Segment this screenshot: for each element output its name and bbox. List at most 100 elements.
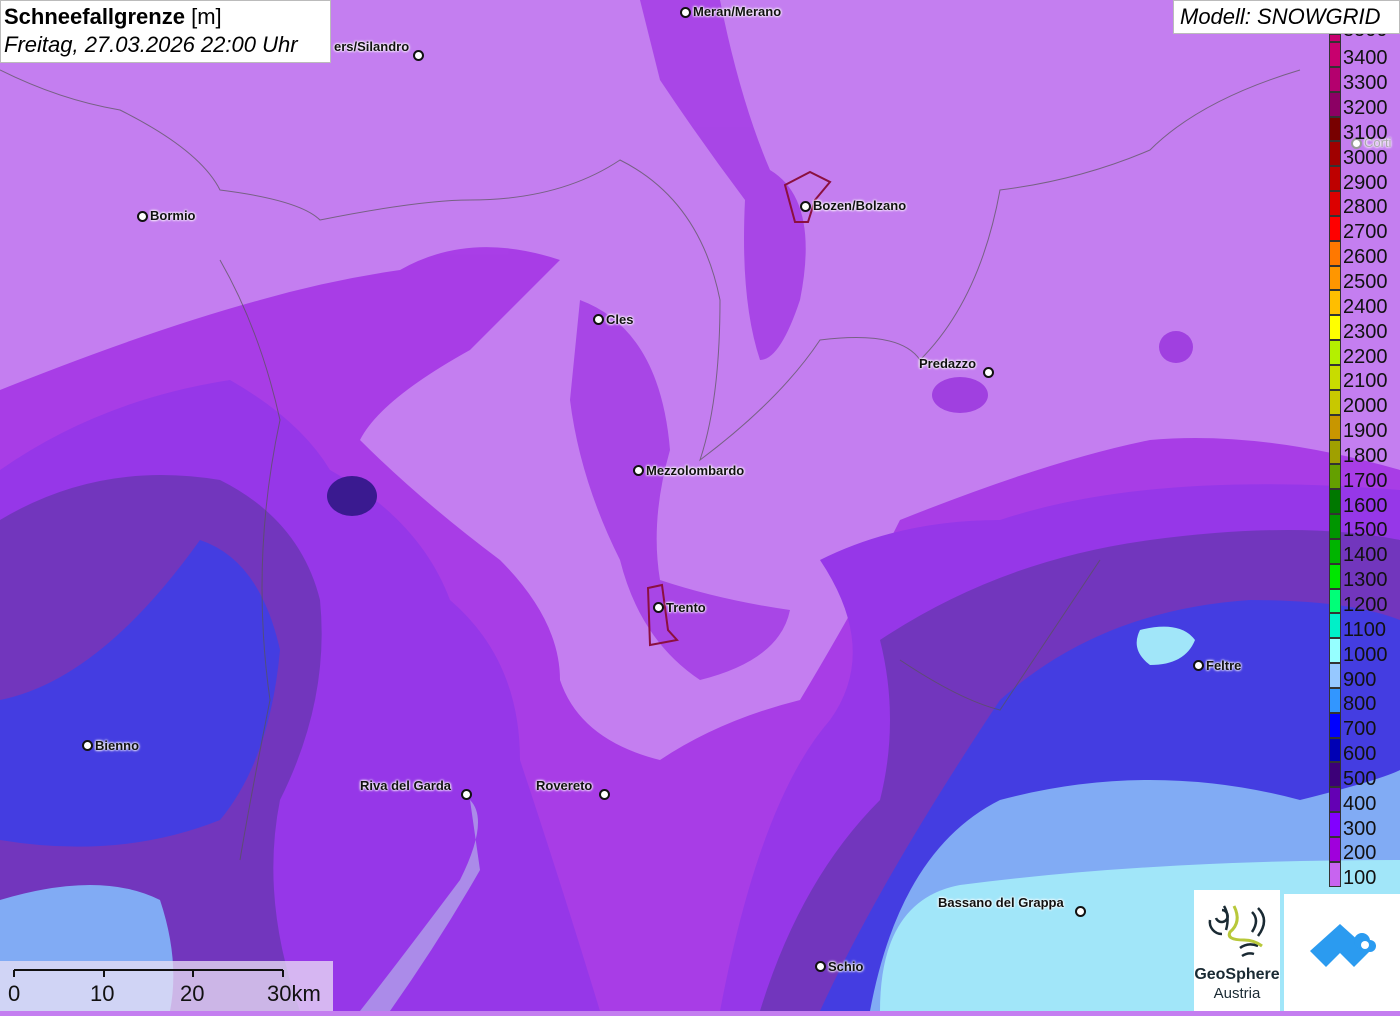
city-dot bbox=[413, 50, 424, 61]
city-label[interactable]: Mezzolombardo bbox=[646, 463, 744, 478]
legend-swatch bbox=[1329, 812, 1341, 837]
legend-swatch bbox=[1329, 364, 1341, 390]
city-dot bbox=[82, 740, 93, 751]
legend-label: 400 bbox=[1343, 792, 1377, 815]
legend-item: 800 bbox=[1329, 687, 1400, 716]
legend-swatch bbox=[1329, 265, 1341, 291]
legend-label: 500 bbox=[1343, 767, 1377, 790]
city-label[interactable]: Bormio bbox=[150, 208, 196, 223]
legend-item: 3400 bbox=[1329, 42, 1400, 70]
model-label: Modell: SNOWGRID bbox=[1173, 0, 1400, 34]
legend-label: 1300 bbox=[1343, 569, 1388, 592]
legend-item: 900 bbox=[1329, 663, 1400, 690]
city-dot bbox=[599, 789, 610, 800]
legend-swatch bbox=[1329, 91, 1341, 117]
app-logo[interactable] bbox=[1284, 894, 1400, 1011]
mountain-cloud-icon bbox=[1310, 924, 1376, 967]
legend-item: 2200 bbox=[1329, 340, 1400, 368]
legend-swatch bbox=[1329, 439, 1341, 465]
legend-item: 2500 bbox=[1329, 265, 1400, 292]
legend-label: 3100 bbox=[1343, 121, 1388, 144]
legend-item: 2400 bbox=[1329, 290, 1400, 317]
legend-label: 3300 bbox=[1343, 72, 1388, 95]
legend-item: 2900 bbox=[1329, 166, 1400, 194]
legend-swatch bbox=[1329, 861, 1341, 887]
legend-swatch bbox=[1329, 240, 1341, 266]
city-label[interactable]: Feltre bbox=[1206, 658, 1241, 673]
legend-swatch bbox=[1329, 712, 1341, 738]
legend-label: 3400 bbox=[1343, 47, 1388, 70]
legend-label: 3500 bbox=[1343, 34, 1388, 40]
legend-item: 400 bbox=[1329, 787, 1400, 815]
legend-swatch bbox=[1329, 42, 1341, 67]
legend-swatch bbox=[1329, 837, 1341, 862]
legend-swatch bbox=[1329, 340, 1341, 365]
city-label[interactable]: Trento bbox=[666, 600, 706, 615]
color-legend: 3500 340033003200310030002900280027002600… bbox=[1329, 34, 1400, 888]
legend-item: 2700 bbox=[1329, 215, 1400, 244]
city-dot bbox=[461, 789, 472, 800]
legend-swatch bbox=[1329, 663, 1341, 688]
legend-label: 700 bbox=[1343, 718, 1377, 741]
city-dot bbox=[137, 211, 148, 222]
city-label[interactable]: Meran/Merano bbox=[693, 4, 781, 19]
city-dot bbox=[815, 961, 826, 972]
legend-item: 3200 bbox=[1329, 91, 1400, 118]
legend-swatch bbox=[1329, 638, 1341, 664]
legend-label: 1400 bbox=[1343, 544, 1388, 567]
legend-swatch bbox=[1329, 116, 1341, 142]
legend-item: 1300 bbox=[1329, 563, 1400, 592]
legend-item: 3500 bbox=[1329, 34, 1400, 42]
city-label[interactable]: Riva del Garda bbox=[360, 778, 451, 793]
scale-label: 0 bbox=[8, 981, 21, 1006]
city-dot bbox=[800, 201, 811, 212]
legend-item: 2300 bbox=[1329, 315, 1400, 342]
legend-label: 1600 bbox=[1343, 494, 1388, 517]
geosphere-country: Austria bbox=[1213, 985, 1261, 1002]
legend-label: 1000 bbox=[1343, 643, 1388, 666]
city-label[interactable]: Rovereto bbox=[536, 778, 592, 793]
legend-item: 3300 bbox=[1329, 66, 1400, 95]
map-title: Schneefallgrenze bbox=[4, 4, 185, 29]
legend-item: 700 bbox=[1329, 712, 1400, 741]
city-label[interactable]: Bienno bbox=[95, 738, 139, 753]
legend-label: 1100 bbox=[1343, 618, 1387, 641]
scale-bar: 0 10 20 30km bbox=[0, 961, 333, 1011]
city-dot bbox=[653, 602, 664, 613]
legend-label: 800 bbox=[1343, 693, 1377, 716]
legend-item: 2000 bbox=[1329, 389, 1400, 416]
legend-label: 1700 bbox=[1343, 469, 1388, 492]
legend-label: 2700 bbox=[1343, 221, 1388, 244]
legend-label: 2800 bbox=[1343, 196, 1388, 219]
city-label[interactable]: ers/Silandro bbox=[334, 39, 409, 54]
city-label[interactable]: Bassano del Grappa bbox=[938, 895, 1064, 910]
legend-swatch bbox=[1329, 464, 1341, 490]
legend-label: 1800 bbox=[1343, 444, 1388, 467]
title-box: Schneefallgrenze [m] Freitag, 27.03.2026… bbox=[0, 0, 331, 63]
legend-item: 600 bbox=[1329, 737, 1400, 764]
city-label[interactable]: Cles bbox=[606, 312, 633, 327]
scale-label: 20 bbox=[180, 981, 205, 1006]
legend-swatch bbox=[1329, 290, 1341, 316]
legend-item: 3100 bbox=[1329, 116, 1400, 144]
legend-item: 2800 bbox=[1329, 191, 1400, 219]
legend-swatch bbox=[1329, 563, 1341, 589]
legend-label: 2900 bbox=[1343, 171, 1388, 194]
legend-swatch bbox=[1329, 514, 1341, 539]
geosphere-logo[interactable]: GeoSphere Austria bbox=[1194, 890, 1280, 1011]
legend-swatch bbox=[1329, 613, 1341, 639]
city-label[interactable]: Bozen/Bolzano bbox=[813, 198, 906, 213]
snowfall-map[interactable] bbox=[0, 0, 1400, 1011]
legend-label: 1500 bbox=[1343, 519, 1388, 542]
legend-swatch bbox=[1329, 315, 1341, 341]
legend-swatch bbox=[1329, 762, 1341, 788]
legend-swatch bbox=[1329, 166, 1341, 192]
legend-swatch bbox=[1329, 538, 1341, 564]
city-label[interactable]: Schio bbox=[828, 959, 863, 974]
legend-item: 1900 bbox=[1329, 414, 1400, 441]
city-dot bbox=[680, 7, 691, 18]
city-label[interactable]: Predazzo bbox=[919, 356, 976, 371]
legend-label: 2200 bbox=[1343, 345, 1388, 368]
legend-item: 1600 bbox=[1329, 489, 1400, 517]
map-datetime: Freitag, 27.03.2026 22:00 Uhr bbox=[4, 32, 298, 57]
